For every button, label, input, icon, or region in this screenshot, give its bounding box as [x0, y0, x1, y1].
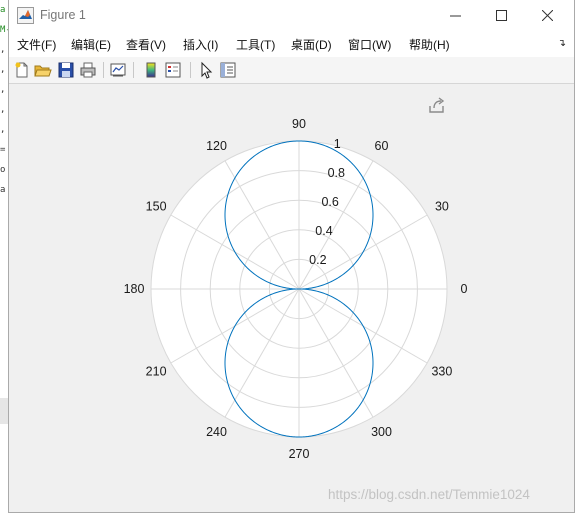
r-tick-label: 0.2 — [309, 253, 326, 267]
window-title: Figure 1 — [40, 8, 86, 22]
menu-insert[interactable]: 插入(I) — [183, 36, 218, 53]
legend-icon[interactable] — [164, 61, 182, 79]
minimize-icon — [449, 15, 461, 17]
r-tick-label: 0.8 — [328, 166, 345, 180]
theta-tick-label: 270 — [289, 447, 310, 461]
link-plot-icon[interactable] — [109, 61, 127, 79]
theta-tick-label: 300 — [371, 425, 392, 439]
toolbar-separator — [133, 62, 134, 78]
menu-desktop[interactable]: 桌面(D) — [291, 36, 332, 53]
r-tick-label: 0.4 — [315, 224, 332, 238]
theta-tick-label: 30 — [435, 200, 449, 214]
menu-tools[interactable]: 工具(T) — [236, 36, 275, 53]
menu-bar: 文件(F) 编辑(E) 查看(V) 插入(I) 工具(T) 桌面(D) 窗口(W… — [9, 31, 574, 57]
theta-tick-label: 60 — [375, 139, 389, 153]
watermark-text: https://blog.csdn.net/Temmie1024 — [328, 487, 530, 502]
toolbar — [9, 57, 574, 84]
matlab-icon — [17, 7, 34, 24]
toolbar-separator — [103, 62, 104, 78]
close-button[interactable] — [524, 0, 570, 31]
menu-view[interactable]: 查看(V) — [126, 36, 166, 53]
maximize-button[interactable] — [478, 0, 524, 31]
theta-tick-label: 180 — [124, 282, 145, 296]
maximize-icon — [495, 10, 507, 21]
property-inspector-icon[interactable] — [219, 61, 237, 79]
menu-file[interactable]: 文件(F) — [17, 36, 56, 53]
title-bar[interactable]: Figure 1 — [9, 0, 574, 31]
menu-overflow-arrow-icon[interactable]: ↴ — [558, 38, 566, 49]
save-icon[interactable] — [57, 61, 75, 79]
pointer-icon[interactable] — [197, 61, 215, 79]
figure-window: Figure 1 文件(F) 编辑(E) 查看(V) 插入(I) 工具(T) 桌… — [8, 0, 575, 513]
theta-tick-label: 330 — [431, 365, 452, 379]
open-file-icon[interactable] — [34, 61, 52, 79]
menu-window[interactable]: 窗口(W) — [348, 36, 391, 53]
theta-tick-label: 90 — [292, 117, 306, 131]
theta-tick-label: 210 — [146, 365, 167, 379]
theta-tick-label: 0 — [461, 282, 468, 296]
menu-help[interactable]: 帮助(H) — [409, 36, 450, 53]
print-icon[interactable] — [79, 61, 97, 79]
new-figure-icon[interactable] — [13, 61, 31, 79]
menu-edit[interactable]: 编辑(E) — [71, 36, 111, 53]
colorbar-icon[interactable] — [142, 61, 160, 79]
r-tick-label: 1 — [334, 137, 341, 151]
close-icon — [541, 10, 553, 21]
theta-tick-label: 150 — [146, 200, 167, 214]
r-tick-label: 0.6 — [321, 195, 338, 209]
polar-plot[interactable]: 0 30 60 90 120 150 180 210 240 270 300 330 0.2 0.4 0.6… — [9, 84, 574, 512]
toolbar-separator — [190, 62, 191, 78]
theta-tick-label: 120 — [206, 139, 227, 153]
figure-canvas[interactable]: 0 30 60 90 120 150 180 210 240 270 300 330 0.2 0.4 0.6… — [9, 84, 574, 512]
minimize-button[interactable] — [432, 0, 478, 31]
theta-tick-label: 240 — [206, 425, 227, 439]
